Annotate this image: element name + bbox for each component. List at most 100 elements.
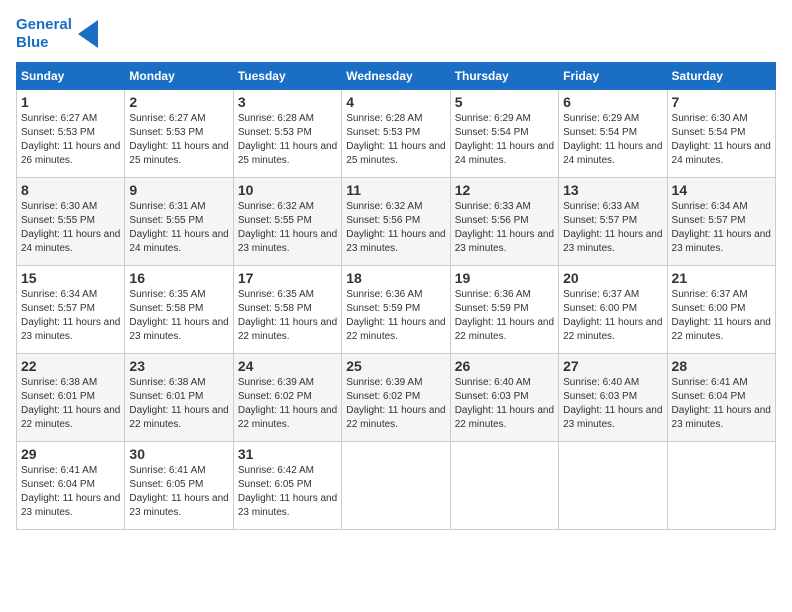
calendar-cell: 25 Sunrise: 6:39 AMSunset: 6:02 PMDaylig… [342,354,450,442]
calendar-cell: 20 Sunrise: 6:37 AMSunset: 6:00 PMDaylig… [559,266,667,354]
calendar-cell: 22 Sunrise: 6:38 AMSunset: 6:01 PMDaylig… [17,354,125,442]
calendar-cell: 26 Sunrise: 6:40 AMSunset: 6:03 PMDaylig… [450,354,558,442]
day-number: 12 [455,182,554,198]
day-info: Sunrise: 6:41 AMSunset: 6:04 PMDaylight:… [21,465,120,518]
day-info: Sunrise: 6:32 AMSunset: 5:56 PMDaylight:… [346,201,445,254]
day-info: Sunrise: 6:31 AMSunset: 5:55 PMDaylight:… [129,201,228,254]
day-number: 19 [455,270,554,286]
calendar-table: SundayMondayTuesdayWednesdayThursdayFrid… [16,62,776,530]
weekday-header: Saturday [667,63,775,90]
calendar-cell: 30 Sunrise: 6:41 AMSunset: 6:05 PMDaylig… [125,442,233,530]
calendar-cell: 27 Sunrise: 6:40 AMSunset: 6:03 PMDaylig… [559,354,667,442]
calendar-cell: 16 Sunrise: 6:35 AMSunset: 5:58 PMDaylig… [125,266,233,354]
day-number: 6 [563,94,662,110]
day-info: Sunrise: 6:28 AMSunset: 5:53 PMDaylight:… [238,113,337,166]
day-number: 8 [21,182,120,198]
day-number: 9 [129,182,228,198]
day-number: 4 [346,94,445,110]
calendar-cell: 4 Sunrise: 6:28 AMSunset: 5:53 PMDayligh… [342,90,450,178]
calendar-header-row: SundayMondayTuesdayWednesdayThursdayFrid… [17,63,776,90]
weekday-header: Monday [125,63,233,90]
calendar-week-row: 29 Sunrise: 6:41 AMSunset: 6:04 PMDaylig… [17,442,776,530]
day-info: Sunrise: 6:42 AMSunset: 6:05 PMDaylight:… [238,465,337,518]
day-number: 31 [238,446,337,462]
day-number: 26 [455,358,554,374]
calendar-cell: 8 Sunrise: 6:30 AMSunset: 5:55 PMDayligh… [17,178,125,266]
calendar-cell: 31 Sunrise: 6:42 AMSunset: 6:05 PMDaylig… [233,442,341,530]
calendar-cell: 5 Sunrise: 6:29 AMSunset: 5:54 PMDayligh… [450,90,558,178]
calendar-cell: 24 Sunrise: 6:39 AMSunset: 6:02 PMDaylig… [233,354,341,442]
calendar-cell: 3 Sunrise: 6:28 AMSunset: 5:53 PMDayligh… [233,90,341,178]
day-info: Sunrise: 6:28 AMSunset: 5:53 PMDaylight:… [346,113,445,166]
day-number: 23 [129,358,228,374]
day-number: 15 [21,270,120,286]
day-number: 11 [346,182,445,198]
day-number: 25 [346,358,445,374]
day-number: 1 [21,94,120,110]
day-info: Sunrise: 6:41 AMSunset: 6:04 PMDaylight:… [672,377,771,430]
day-number: 14 [672,182,771,198]
calendar-week-row: 22 Sunrise: 6:38 AMSunset: 6:01 PMDaylig… [17,354,776,442]
calendar-week-row: 1 Sunrise: 6:27 AMSunset: 5:53 PMDayligh… [17,90,776,178]
day-info: Sunrise: 6:36 AMSunset: 5:59 PMDaylight:… [346,289,445,342]
day-info: Sunrise: 6:29 AMSunset: 5:54 PMDaylight:… [455,113,554,166]
day-info: Sunrise: 6:30 AMSunset: 5:54 PMDaylight:… [672,113,771,166]
weekday-header: Tuesday [233,63,341,90]
day-number: 30 [129,446,228,462]
calendar-cell: 11 Sunrise: 6:32 AMSunset: 5:56 PMDaylig… [342,178,450,266]
weekday-header: Sunday [17,63,125,90]
day-number: 22 [21,358,120,374]
day-info: Sunrise: 6:27 AMSunset: 5:53 PMDaylight:… [21,113,120,166]
day-number: 7 [672,94,771,110]
day-number: 24 [238,358,337,374]
day-info: Sunrise: 6:41 AMSunset: 6:05 PMDaylight:… [129,465,228,518]
calendar-cell: 12 Sunrise: 6:33 AMSunset: 5:56 PMDaylig… [450,178,558,266]
calendar-cell: 2 Sunrise: 6:27 AMSunset: 5:53 PMDayligh… [125,90,233,178]
day-info: Sunrise: 6:39 AMSunset: 6:02 PMDaylight:… [238,377,337,430]
calendar-cell: 29 Sunrise: 6:41 AMSunset: 6:04 PMDaylig… [17,442,125,530]
day-number: 5 [455,94,554,110]
day-number: 10 [238,182,337,198]
day-info: Sunrise: 6:33 AMSunset: 5:57 PMDaylight:… [563,201,662,254]
day-info: Sunrise: 6:30 AMSunset: 5:55 PMDaylight:… [21,201,120,254]
day-info: Sunrise: 6:40 AMSunset: 6:03 PMDaylight:… [563,377,662,430]
calendar-cell: 7 Sunrise: 6:30 AMSunset: 5:54 PMDayligh… [667,90,775,178]
calendar-cell: 19 Sunrise: 6:36 AMSunset: 5:59 PMDaylig… [450,266,558,354]
calendar-cell: 18 Sunrise: 6:36 AMSunset: 5:59 PMDaylig… [342,266,450,354]
calendar-cell: 1 Sunrise: 6:27 AMSunset: 5:53 PMDayligh… [17,90,125,178]
day-info: Sunrise: 6:27 AMSunset: 5:53 PMDaylight:… [129,113,228,166]
calendar-cell: 14 Sunrise: 6:34 AMSunset: 5:57 PMDaylig… [667,178,775,266]
logo: General Blue [16,16,98,52]
calendar-cell: 15 Sunrise: 6:34 AMSunset: 5:57 PMDaylig… [17,266,125,354]
calendar-cell [342,442,450,530]
day-info: Sunrise: 6:37 AMSunset: 6:00 PMDaylight:… [563,289,662,342]
calendar-cell: 28 Sunrise: 6:41 AMSunset: 6:04 PMDaylig… [667,354,775,442]
calendar-cell [450,442,558,530]
weekday-header: Friday [559,63,667,90]
day-number: 21 [672,270,771,286]
day-info: Sunrise: 6:36 AMSunset: 5:59 PMDaylight:… [455,289,554,342]
day-info: Sunrise: 6:34 AMSunset: 5:57 PMDaylight:… [21,289,120,342]
calendar-cell: 21 Sunrise: 6:37 AMSunset: 6:00 PMDaylig… [667,266,775,354]
day-number: 20 [563,270,662,286]
day-info: Sunrise: 6:34 AMSunset: 5:57 PMDaylight:… [672,201,771,254]
calendar-cell: 10 Sunrise: 6:32 AMSunset: 5:55 PMDaylig… [233,178,341,266]
logo-bird-icon [78,20,98,48]
day-number: 28 [672,358,771,374]
day-info: Sunrise: 6:35 AMSunset: 5:58 PMDaylight:… [238,289,337,342]
logo-text: General Blue [16,16,72,52]
day-info: Sunrise: 6:40 AMSunset: 6:03 PMDaylight:… [455,377,554,430]
day-info: Sunrise: 6:39 AMSunset: 6:02 PMDaylight:… [346,377,445,430]
weekday-header: Wednesday [342,63,450,90]
calendar-cell: 17 Sunrise: 6:35 AMSunset: 5:58 PMDaylig… [233,266,341,354]
day-number: 13 [563,182,662,198]
day-info: Sunrise: 6:38 AMSunset: 6:01 PMDaylight:… [21,377,120,430]
day-info: Sunrise: 6:38 AMSunset: 6:01 PMDaylight:… [129,377,228,430]
calendar-week-row: 8 Sunrise: 6:30 AMSunset: 5:55 PMDayligh… [17,178,776,266]
calendar-cell: 9 Sunrise: 6:31 AMSunset: 5:55 PMDayligh… [125,178,233,266]
day-info: Sunrise: 6:33 AMSunset: 5:56 PMDaylight:… [455,201,554,254]
day-number: 2 [129,94,228,110]
day-number: 16 [129,270,228,286]
day-number: 3 [238,94,337,110]
calendar-week-row: 15 Sunrise: 6:34 AMSunset: 5:57 PMDaylig… [17,266,776,354]
